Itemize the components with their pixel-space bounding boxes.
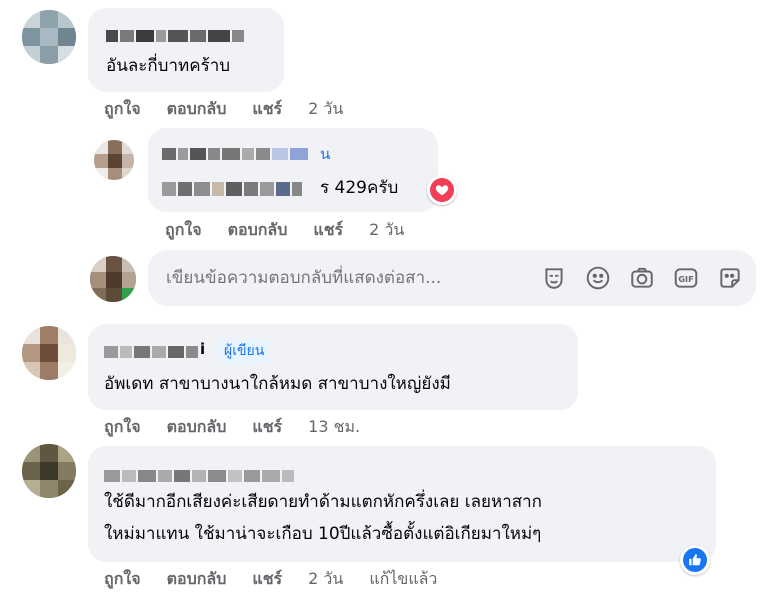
heart-icon bbox=[435, 185, 449, 196]
comment-text: อัพเดท สาขาบางนาใกล้หมด สาขาบางใหญ่ยังมี bbox=[104, 374, 451, 394]
reply-button[interactable]: ตอบกลับ bbox=[167, 97, 227, 122]
commenter-name-suffix[interactable]: i bbox=[200, 340, 205, 358]
share-button[interactable]: แชร์ bbox=[252, 567, 282, 592]
avatar[interactable] bbox=[22, 326, 76, 380]
comment-actions: ถูกใจ ตอบกลับ แชร์ 2 วัน bbox=[104, 97, 369, 122]
reply-button[interactable]: ตอบกลับ bbox=[167, 567, 227, 592]
commenter-name-blurred[interactable] bbox=[104, 346, 198, 358]
comment-text-line-1: ใช้ดีมากอีกเสียงค่ะเสียดายทำด้ามแตกหักคร… bbox=[104, 492, 542, 512]
avatar[interactable] bbox=[22, 444, 76, 498]
reply-button[interactable]: ตอบกลับ bbox=[228, 218, 288, 243]
current-user-avatar[interactable] bbox=[90, 256, 136, 302]
like-button[interactable]: ถูกใจ bbox=[104, 415, 141, 440]
commenter-name-blurred[interactable] bbox=[106, 30, 244, 42]
gif-icon[interactable]: GIF bbox=[672, 264, 700, 292]
like-button[interactable]: ถูกใจ bbox=[104, 97, 141, 122]
share-button[interactable]: แชร์ bbox=[252, 415, 282, 440]
comment-bubble: น ร 429ครับ bbox=[148, 128, 438, 212]
comment-text: อันละกี่บาทคร้าบ bbox=[106, 56, 231, 76]
timestamp[interactable]: 2 วัน bbox=[369, 218, 404, 243]
commenter-name-blurred[interactable] bbox=[162, 148, 308, 160]
sticker-icon[interactable] bbox=[716, 264, 744, 292]
timestamp[interactable]: 2 วัน bbox=[308, 567, 343, 592]
commenter-name-suffix[interactable]: น bbox=[320, 142, 330, 166]
edited-label[interactable]: แก้ไขแล้ว bbox=[369, 567, 437, 592]
comment-text-blurred bbox=[162, 182, 302, 196]
comment-bubble: อันละกี่บาทคร้าบ bbox=[88, 8, 284, 92]
avatar[interactable] bbox=[94, 140, 134, 180]
emoji-icon[interactable] bbox=[584, 264, 612, 292]
comment-text: ร 429ครับ bbox=[320, 178, 399, 198]
comment-bubble: i ผู้เขียน อัพเดท สาขาบางนาใกล้หมด สาขาบ… bbox=[88, 324, 578, 410]
comment-actions: ถูกใจ ตอบกลับ แชร์ 2 วัน แก้ไขแล้ว bbox=[104, 567, 437, 592]
avatar[interactable] bbox=[22, 10, 76, 64]
timestamp[interactable]: 2 วัน bbox=[308, 97, 343, 122]
commenter-name-blurred[interactable] bbox=[104, 470, 294, 482]
reply-button[interactable]: ตอบกลับ bbox=[167, 415, 227, 440]
thumbs-up-icon bbox=[689, 554, 701, 566]
comment-text-line-2: ใหม่มาแทน ใช้มาน่าจะเกือบ 10ปีแล้วซื้อตั… bbox=[104, 524, 542, 544]
like-button[interactable]: ถูกใจ bbox=[165, 218, 202, 243]
like-reaction[interactable] bbox=[680, 545, 710, 575]
share-button[interactable]: แชร์ bbox=[252, 97, 282, 122]
comment-actions: ถูกใจ ตอบกลับ แชร์ 13 ชม. bbox=[104, 415, 386, 440]
reply-box: GIF bbox=[148, 250, 756, 306]
timestamp[interactable]: 13 ชม. bbox=[308, 415, 360, 440]
like-button[interactable]: ถูกใจ bbox=[104, 567, 141, 592]
author-badge: ผู้เขียน bbox=[218, 339, 271, 363]
comment-bubble: ใช้ดีมากอีกเสียงค่ะเสียดายทำด้ามแตกหักคร… bbox=[88, 446, 716, 562]
sticker-face-icon[interactable] bbox=[540, 264, 568, 292]
svg-text:GIF: GIF bbox=[678, 274, 693, 284]
share-button[interactable]: แชร์ bbox=[313, 218, 343, 243]
comment-actions: ถูกใจ ตอบกลับ แชร์ 2 วัน bbox=[165, 218, 430, 243]
heart-reaction[interactable] bbox=[427, 175, 457, 205]
camera-icon[interactable] bbox=[628, 264, 656, 292]
reply-input[interactable] bbox=[166, 250, 526, 306]
